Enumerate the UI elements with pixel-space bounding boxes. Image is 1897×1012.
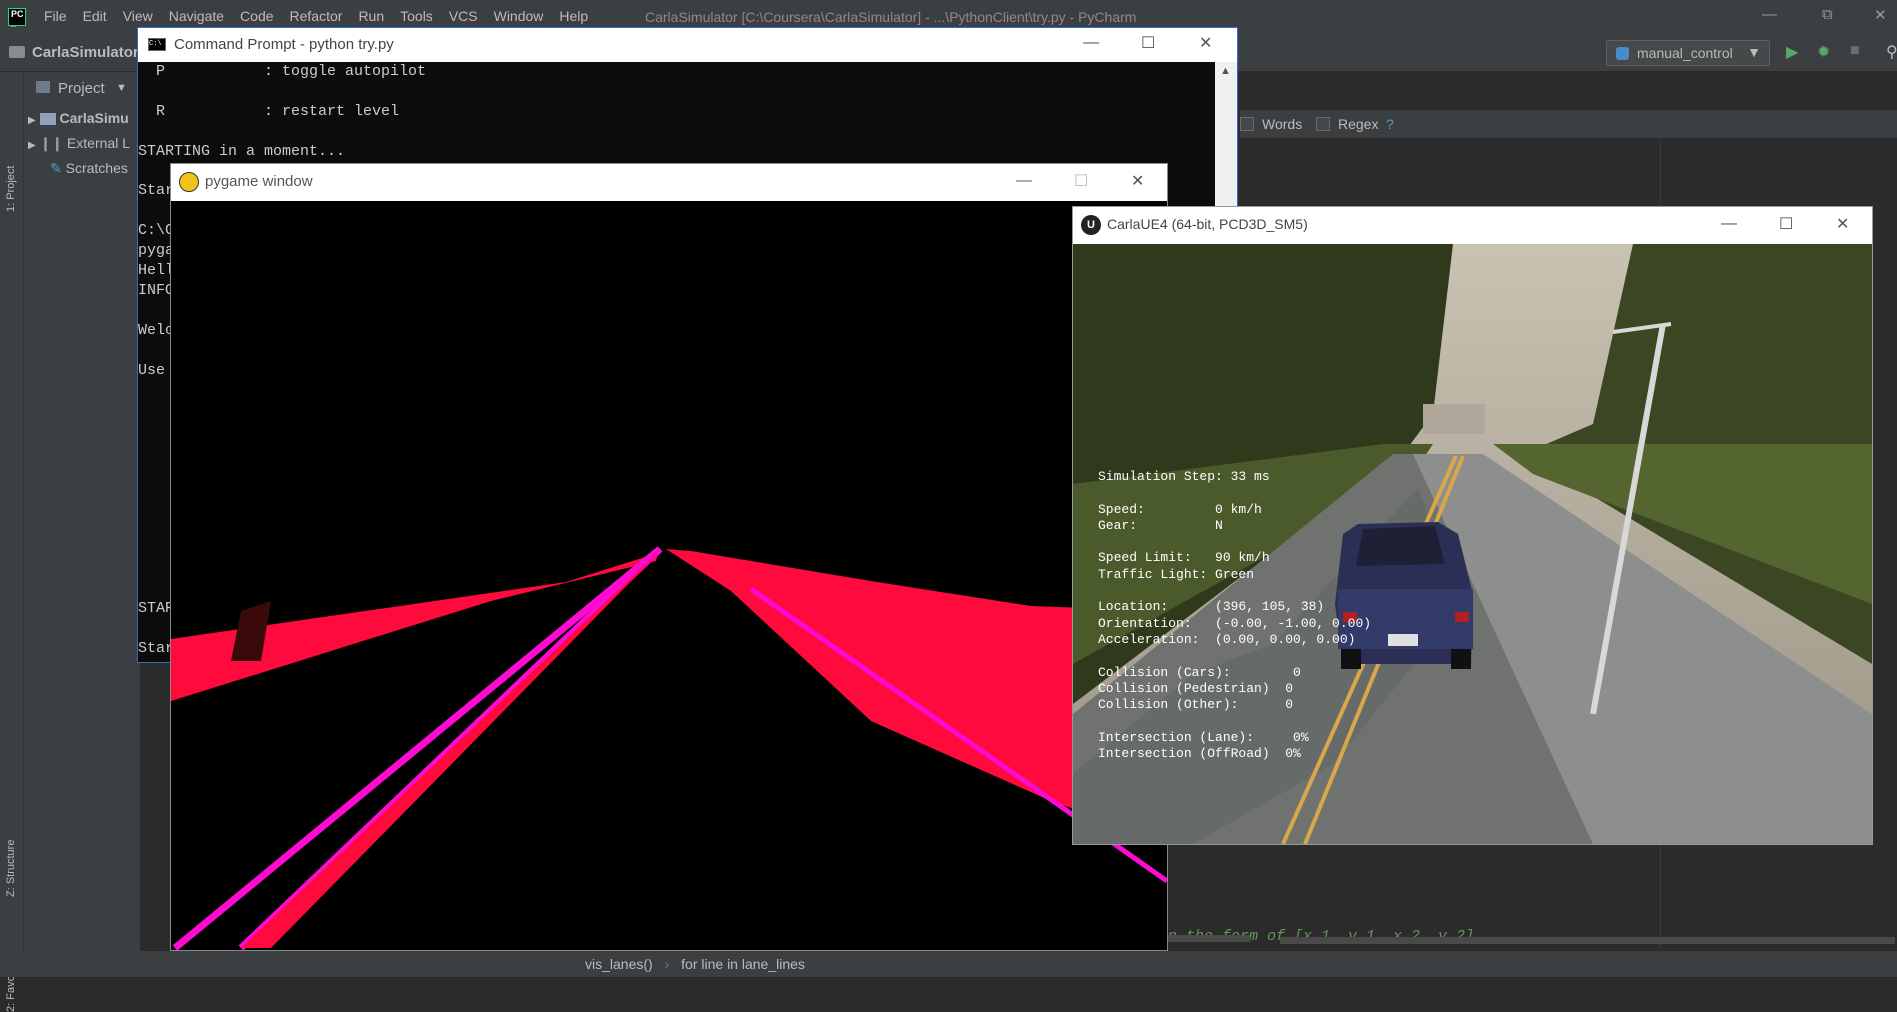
menu-view[interactable]: View (123, 8, 153, 24)
folder-icon (9, 46, 25, 58)
horizontal-scrollbar[interactable] (1280, 937, 1895, 944)
ide-close-icon[interactable]: ✕ (1874, 6, 1887, 24)
project-panel-header[interactable]: Project (58, 80, 105, 97)
hud-line (1098, 648, 1371, 664)
hud-line: Simulation Step: 33 ms (1098, 469, 1270, 484)
cmd-minimize-icon[interactable]: — (1083, 34, 1099, 52)
menu-edit[interactable]: Edit (83, 8, 107, 24)
carla-camera-view[interactable]: Simulation Step: 33 ms Speed: 0 km/h Gear… (1073, 244, 1872, 844)
library-icon: ❙❙ (39, 135, 64, 151)
lane-segmentation-view (171, 201, 1167, 950)
cmd-output-line: P : toggle autopilot (138, 63, 427, 80)
hud-line: Speed: 0 km/h (1098, 501, 1262, 517)
cmd-maximize-icon[interactable]: ☐ (1141, 33, 1155, 53)
hud-line: Acceleration: (0.00, 0.00, 0.00) (1098, 631, 1356, 647)
pycharm-logo-icon: PC _ (8, 8, 26, 28)
hud-line: Collision (Pedestrian) 0 (1098, 680, 1294, 696)
find-bar: Words Regex ? (1240, 110, 1897, 138)
carla-window[interactable]: U CarlaUE4 (64-bit, PCD3D_SM5) — ☐ ✕ Sim… (1072, 206, 1873, 845)
ide-minimize-icon[interactable]: — (1762, 6, 1777, 23)
words-checkbox[interactable] (1240, 117, 1254, 131)
command-prompt-titlebar[interactable]: C:\ Command Prompt - python try.py — ☐ ✕ (138, 28, 1237, 62)
hud-line: Traffic Light: Green (1098, 566, 1255, 582)
hud-line: Orientation: (-0.00, -1.00, 0.00) (1098, 615, 1372, 631)
hud-line (1098, 713, 1371, 729)
project-tool-tab[interactable]: 1: Project (5, 166, 17, 212)
cmd-icon: C:\ (148, 38, 166, 51)
menu-file[interactable]: File (44, 8, 67, 24)
hud-line: Intersection (Lane): 0% (1098, 729, 1309, 745)
pygame-window[interactable]: pygame window — ☐ ✕ (170, 163, 1168, 951)
status-bar (0, 951, 1897, 977)
project-breadcrumb[interactable]: CarlaSimulator (32, 44, 139, 61)
breadcrumb-function[interactable]: vis_lanes() (585, 956, 653, 972)
stop-icon[interactable]: ■ (1850, 42, 1860, 60)
hud-line: Speed Limit: 90 km/h (1098, 550, 1270, 566)
project-panel (24, 72, 140, 977)
menu-help[interactable]: Help (559, 8, 588, 24)
hud-line: Collision (Cars): 0 (1098, 664, 1301, 680)
menu-vcs[interactable]: VCS (449, 8, 478, 24)
tree-item-external-libraries[interactable]: ▶ ❙❙ External L (28, 135, 130, 152)
tree-item-project-root[interactable]: ▶ CarlaSimu (28, 110, 129, 126)
main-menu: File Edit View Navigate Code Refactor Ru… (44, 8, 604, 24)
carla-maximize-icon[interactable]: ☐ (1779, 214, 1793, 234)
code-breadcrumb: vis_lanes() › for line in lane_lines (585, 956, 805, 972)
command-prompt-title: Command Prompt - python try.py (174, 36, 394, 53)
cmd-output-line (138, 82, 426, 102)
hud-line: Collision (Other): 0 (1098, 697, 1294, 713)
hud-line (1098, 583, 1371, 599)
hud-line: Gear: N (1098, 517, 1223, 533)
menu-navigate[interactable]: Navigate (169, 8, 224, 24)
menu-code[interactable]: Code (240, 8, 273, 24)
pygame-snake-icon (179, 172, 199, 192)
hud-line (1098, 485, 1371, 501)
pygame-close-icon[interactable]: ✕ (1131, 171, 1144, 191)
carla-minimize-icon[interactable]: — (1721, 215, 1737, 233)
run-icon[interactable]: ▶ (1786, 42, 1798, 62)
run-configuration-select[interactable]: manual_control ▼ (1606, 40, 1770, 66)
carla-close-icon[interactable]: ✕ (1836, 214, 1849, 234)
cmd-close-icon[interactable]: ✕ (1199, 33, 1212, 53)
ide-window-title: CarlaSimulator [C:\Coursera\CarlaSimulat… (645, 9, 1137, 25)
scroll-up-icon[interactable]: ▲ (1220, 65, 1231, 77)
regex-help-icon[interactable]: ? (1386, 116, 1394, 132)
pygame-maximize-icon: ☐ (1074, 173, 1089, 190)
menu-tools[interactable]: Tools (400, 8, 433, 24)
search-everywhere-icon[interactable]: ⚲ (1886, 42, 1897, 62)
hud-line (1098, 534, 1371, 550)
simulation-hud: Simulation Step: 33 ms Speed: 0 km/h Gear… (1098, 469, 1371, 762)
breadcrumb-separator-icon: › (664, 956, 670, 972)
pygame-titlebar[interactable]: pygame window — ☐ ✕ (171, 164, 1167, 201)
debug-icon[interactable]: ✹ (1817, 42, 1830, 62)
hud-line: Intersection (OffRoad) 0% (1098, 746, 1301, 762)
words-label: Words (1262, 116, 1303, 132)
left-tool-strip: 1: Project Z: Structure 2: Favorites (0, 72, 24, 1012)
carla-titlebar[interactable]: U CarlaUE4 (64-bit, PCD3D_SM5) — ☐ ✕ (1073, 207, 1872, 244)
structure-tool-tab[interactable]: Z: Structure (5, 840, 17, 897)
cmd-output-line (138, 122, 426, 142)
hud-line: Location: (396, 105, 38) (1098, 599, 1325, 615)
project-view-icon (36, 81, 50, 93)
regex-checkbox[interactable] (1316, 117, 1330, 131)
menu-window[interactable]: Window (494, 8, 544, 24)
breadcrumb-loop[interactable]: for line in lane_lines (681, 956, 805, 972)
unreal-engine-icon: U (1081, 215, 1101, 235)
folder-icon (39, 113, 56, 126)
cmd-output-line: STARTING in a moment... (138, 142, 346, 160)
menu-run[interactable]: Run (358, 8, 384, 24)
scratches-icon: ✎ (50, 160, 62, 176)
ide-restore-icon[interactable]: ⧉ (1822, 6, 1833, 23)
chevron-down-icon[interactable]: ▼ (116, 82, 127, 94)
carla-window-title: CarlaUE4 (64-bit, PCD3D_SM5) (1107, 216, 1308, 232)
tree-item-scratches[interactable]: ✎ Scratches (50, 160, 128, 177)
python-icon (1616, 47, 1629, 60)
run-configuration-label: manual_control (1637, 45, 1733, 61)
pygame-window-title: pygame window (205, 173, 313, 190)
pygame-minimize-icon[interactable]: — (1016, 172, 1032, 190)
regex-label: Regex (1338, 116, 1379, 132)
cmd-output-line: R : restart level (138, 102, 400, 120)
chevron-down-icon: ▼ (1747, 44, 1761, 60)
menu-refactor[interactable]: Refactor (290, 8, 343, 24)
